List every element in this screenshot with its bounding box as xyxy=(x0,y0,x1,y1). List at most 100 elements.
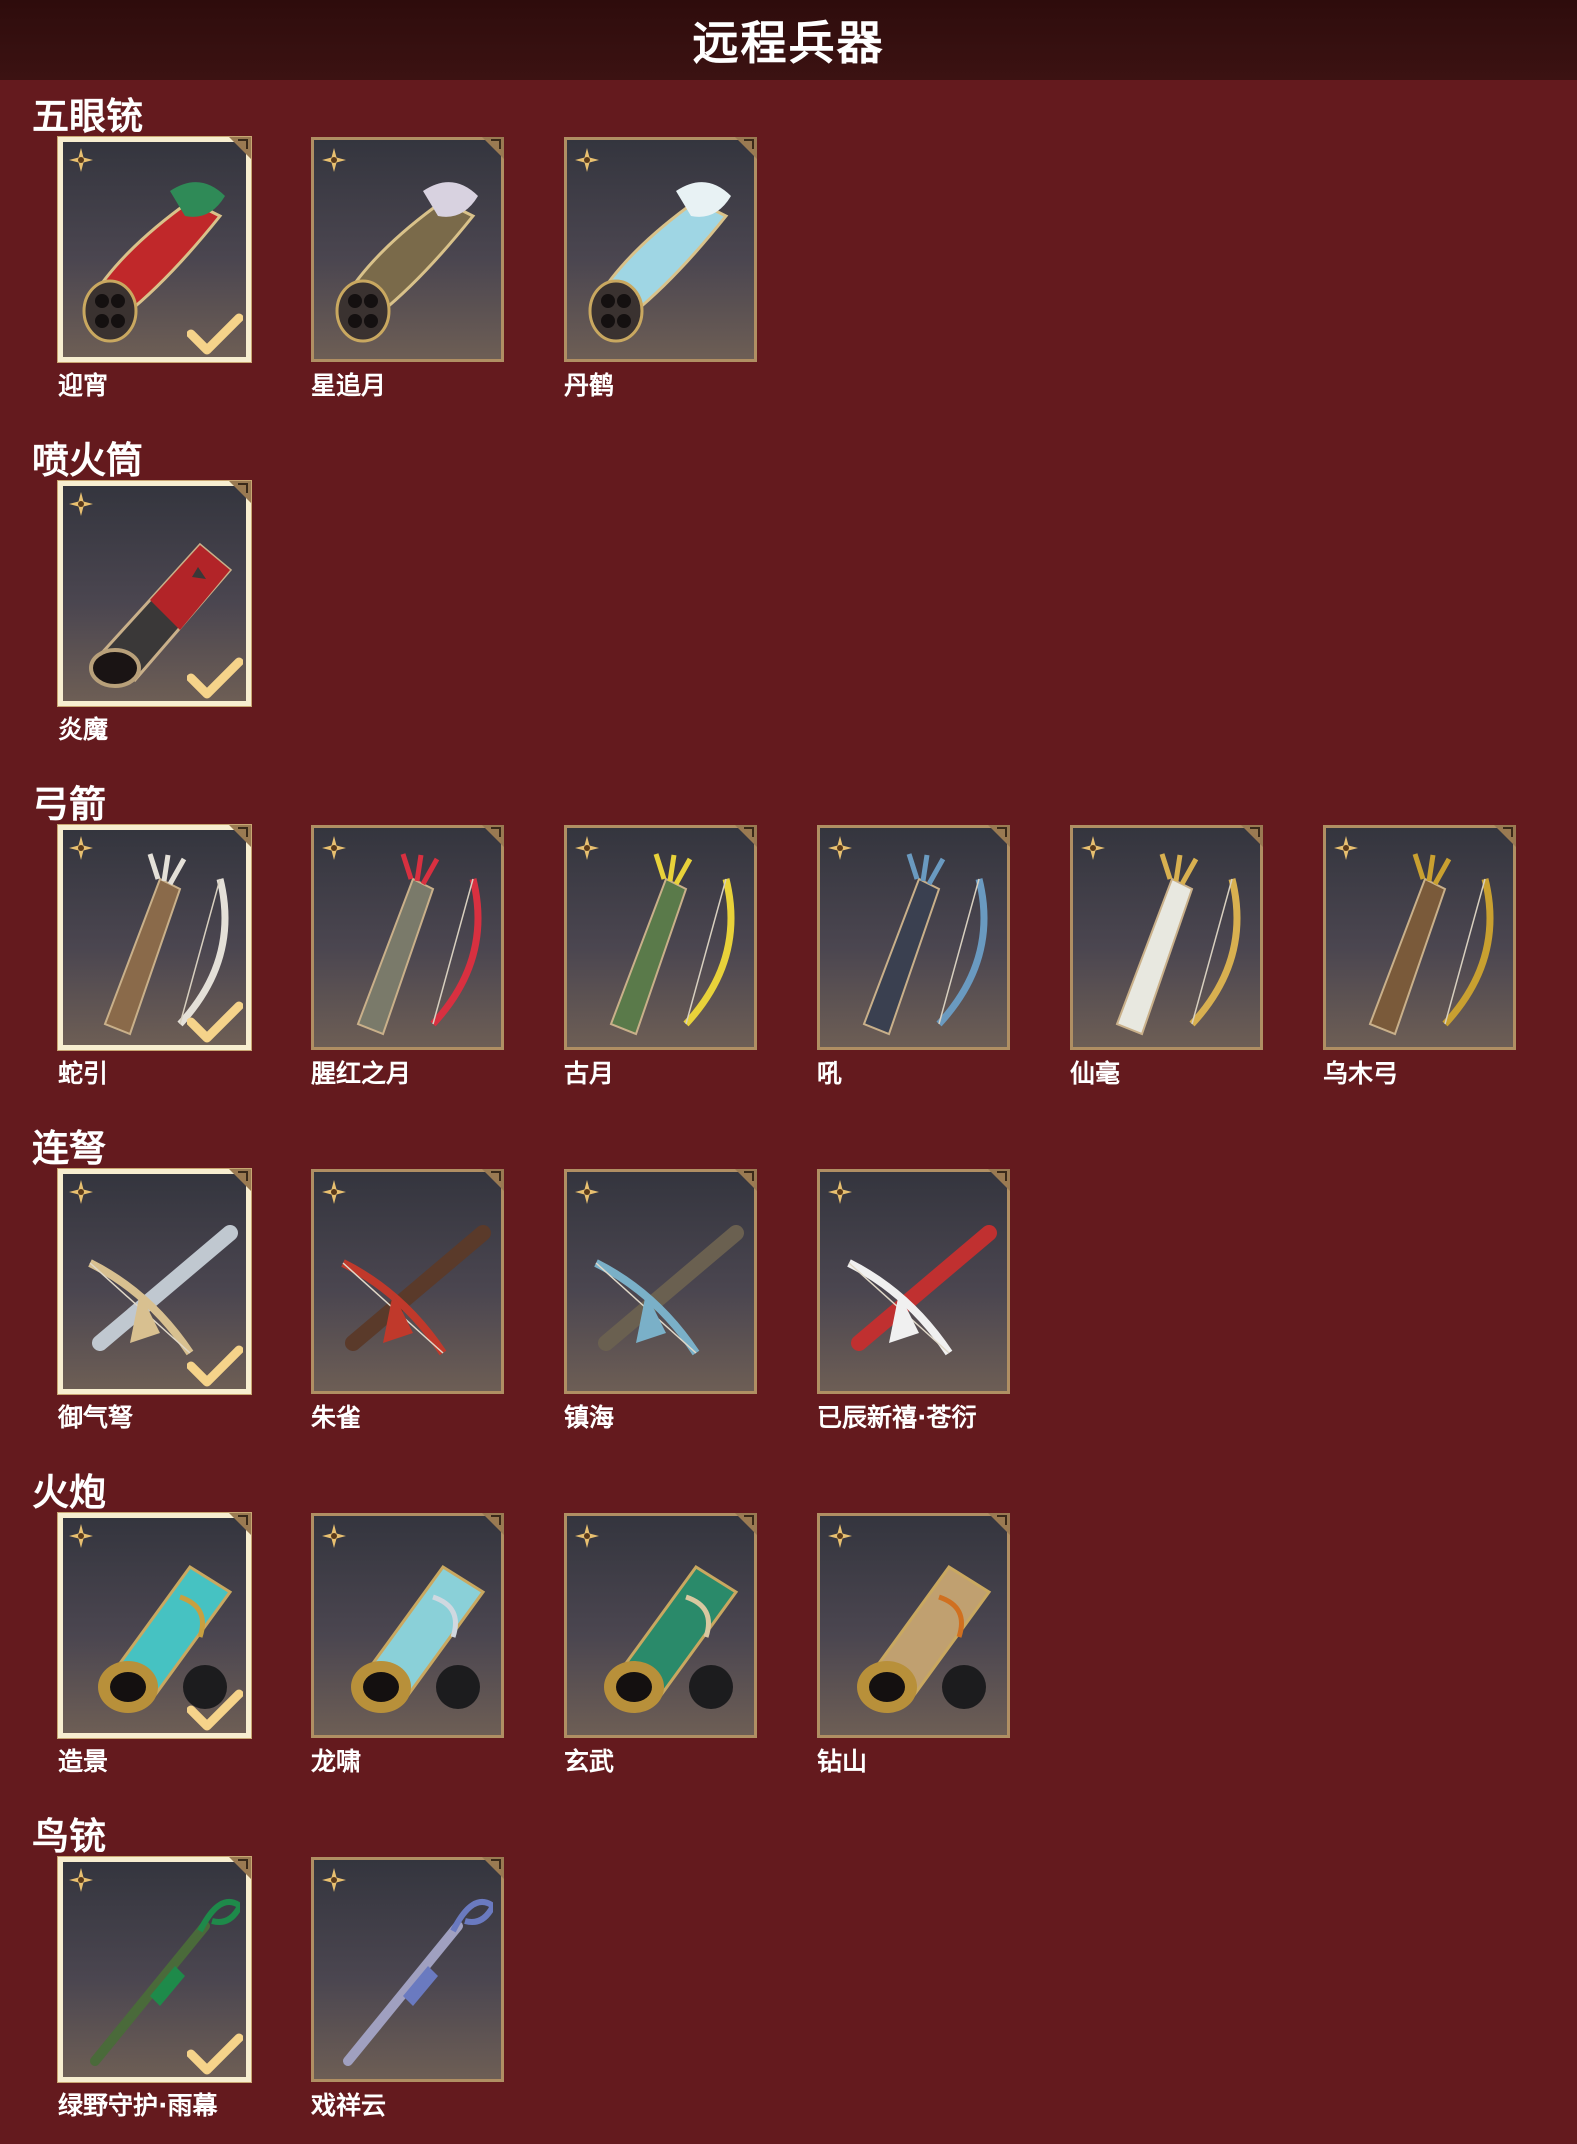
weapon-name: 已辰新禧·苍衍 xyxy=(817,1403,977,1432)
corner-tab-icon xyxy=(229,481,251,503)
weapon-name: 迎宵 xyxy=(58,371,109,400)
star-icon xyxy=(572,833,602,863)
weapon-image xyxy=(343,1898,493,2066)
weapon-image xyxy=(609,853,735,1036)
weapon-image xyxy=(356,853,482,1036)
star-icon xyxy=(825,833,855,863)
check-icon xyxy=(186,1000,244,1044)
category-title: 喷火筒 xyxy=(32,439,143,482)
star-icon xyxy=(1331,833,1361,863)
star-icon xyxy=(66,1865,96,1895)
star-icon xyxy=(319,1521,349,1551)
weapon-name: 造景 xyxy=(58,1747,109,1776)
weapon-image xyxy=(847,1225,997,1356)
star-icon xyxy=(66,489,96,519)
weapon-image xyxy=(862,853,988,1036)
header-bar: 远程兵器 xyxy=(0,0,1577,80)
category-section-liannu: 连弩 御气弩 朱雀 镇海 已辰新禧·苍衍 xyxy=(0,1112,1577,1456)
star-icon xyxy=(825,1521,855,1551)
weapon-card-hou[interactable]: 吼 xyxy=(817,825,1010,1088)
weapon-card-zuanshan[interactable]: 钻山 xyxy=(817,1513,1010,1776)
star-icon xyxy=(572,1177,602,1207)
corner-tab-icon xyxy=(735,137,757,159)
check-icon xyxy=(186,656,244,700)
check-icon xyxy=(186,1344,244,1388)
weapon-image xyxy=(335,182,478,343)
weapon-card-wumugong[interactable]: 乌木弓 xyxy=(1323,825,1516,1088)
weapon-card-xixiangyun[interactable]: 戏祥云 xyxy=(311,1857,504,2120)
category-title: 连弩 xyxy=(32,1127,106,1170)
category-section-gongjian: 弓箭 蛇引 腥红之月 古月 吼 仙毫 乌木弓 xyxy=(0,768,1577,1112)
star-icon xyxy=(66,1177,96,1207)
weapon-card-zaojing[interactable]: 造景 xyxy=(58,1513,251,1776)
weapon-name: 钻山 xyxy=(817,1747,868,1776)
weapon-card-longxiao[interactable]: 龙啸 xyxy=(311,1513,504,1776)
weapon-image xyxy=(588,182,731,343)
star-icon xyxy=(66,145,96,175)
weapon-card-yuqinu[interactable]: 御气弩 xyxy=(58,1169,251,1432)
category-section-penhuotong: 喷火筒 炎魔 xyxy=(0,424,1577,768)
weapon-image xyxy=(351,1564,486,1713)
weapon-name: 星追月 xyxy=(311,371,387,400)
weapon-name: 绿野守护·雨幕 xyxy=(58,2091,218,2120)
weapon-image xyxy=(857,1564,992,1713)
star-icon xyxy=(319,1177,349,1207)
corner-tab-icon xyxy=(988,1169,1010,1191)
weapon-name: 蛇引 xyxy=(58,1059,109,1088)
check-icon xyxy=(186,1688,244,1732)
star-icon xyxy=(1078,833,1108,863)
corner-tab-icon xyxy=(1241,825,1263,847)
weapon-name: 玄武 xyxy=(564,1747,615,1776)
star-icon xyxy=(319,145,349,175)
corner-tab-icon xyxy=(482,1857,504,1879)
star-icon xyxy=(66,1521,96,1551)
weapon-name: 炎魔 xyxy=(58,715,109,744)
weapon-card-xianhao[interactable]: 仙毫 xyxy=(1070,825,1263,1088)
weapon-card-zhenhai[interactable]: 镇海 xyxy=(564,1169,757,1432)
star-icon xyxy=(66,833,96,863)
weapon-card-yingxiao[interactable]: 迎宵 xyxy=(58,137,251,400)
category-title: 五眼铳 xyxy=(32,95,143,138)
weapon-card-xinghongzhiyue[interactable]: 腥红之月 xyxy=(311,825,504,1088)
corner-tab-icon xyxy=(229,1513,251,1535)
corner-tab-icon xyxy=(229,1169,251,1191)
weapon-card-xuanwu[interactable]: 玄武 xyxy=(564,1513,757,1776)
weapon-card-yichenxinxi-cangyan[interactable]: 已辰新禧·苍衍 xyxy=(817,1169,1010,1432)
star-icon xyxy=(572,145,602,175)
weapon-name: 仙毫 xyxy=(1070,1059,1121,1088)
corner-tab-icon xyxy=(229,1857,251,1879)
corner-tab-icon xyxy=(229,137,251,159)
weapon-card-sheyin[interactable]: 蛇引 xyxy=(58,825,251,1088)
weapon-name: 乌木弓 xyxy=(1323,1059,1399,1088)
category-section-wuyanchong: 五眼铳 迎宵 星追月 丹鹤 xyxy=(0,80,1577,424)
weapon-card-lvyeshouhu-yumu[interactable]: 绿野守护·雨幕 xyxy=(58,1857,251,2120)
weapon-card-zhuque[interactable]: 朱雀 xyxy=(311,1169,504,1432)
corner-tab-icon xyxy=(229,825,251,847)
star-icon xyxy=(319,833,349,863)
corner-tab-icon xyxy=(482,137,504,159)
weapon-image xyxy=(1368,853,1494,1036)
weapon-name: 龙啸 xyxy=(311,1747,362,1776)
corner-tab-icon xyxy=(988,825,1010,847)
check-icon xyxy=(186,312,244,356)
star-icon xyxy=(825,1177,855,1207)
weapon-name: 腥红之月 xyxy=(311,1059,412,1088)
weapon-image xyxy=(1115,853,1241,1036)
category-title: 弓箭 xyxy=(32,783,106,826)
category-section-niaochong: 鸟铳 绿野守护·雨幕 戏祥云 xyxy=(0,1800,1577,2144)
star-icon xyxy=(572,1521,602,1551)
weapon-image xyxy=(341,1225,491,1356)
corner-tab-icon xyxy=(735,1513,757,1535)
star-icon xyxy=(319,1865,349,1895)
corner-tab-icon xyxy=(988,1513,1010,1535)
weapon-name: 朱雀 xyxy=(311,1403,362,1432)
weapon-card-guyue[interactable]: 古月 xyxy=(564,825,757,1088)
weapon-card-danhe[interactable]: 丹鹤 xyxy=(564,137,757,400)
weapon-name: 古月 xyxy=(564,1059,615,1088)
weapon-card-yanmo[interactable]: 炎魔 xyxy=(58,481,251,744)
corner-tab-icon xyxy=(482,825,504,847)
category-title: 鸟铳 xyxy=(32,1815,106,1858)
weapon-name: 丹鹤 xyxy=(564,371,615,400)
weapon-image xyxy=(604,1564,739,1713)
weapon-card-xingzhuiyue[interactable]: 星追月 xyxy=(311,137,504,400)
